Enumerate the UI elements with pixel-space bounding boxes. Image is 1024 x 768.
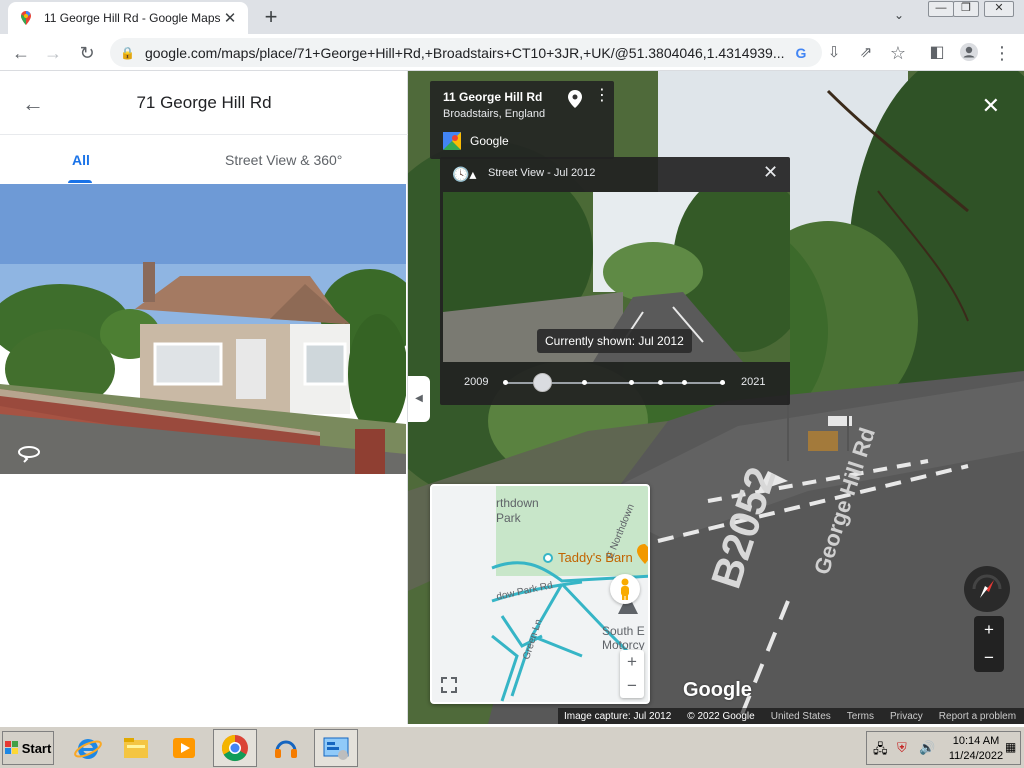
timeline-start-year: 2009	[464, 376, 489, 388]
country-link[interactable]: United States	[771, 711, 831, 722]
browser-tab-strip: 11 George Hill Rd - Google Maps ✕ + ⌄ — …	[0, 0, 1024, 34]
windows-logo-icon	[4, 741, 18, 754]
tab-title: 11 George Hill Rd - Google Maps	[44, 11, 221, 25]
timeline-slider[interactable]	[503, 373, 725, 392]
map-label: South E	[602, 624, 645, 638]
tab-all[interactable]: All	[72, 152, 90, 168]
close-time-machine-icon[interactable]: ✕	[763, 162, 778, 183]
map-pin-icon[interactable]	[568, 90, 582, 108]
image-capture-date: Image capture: Jul 2012	[564, 710, 672, 722]
tab-close-icon[interactable]: ✕	[222, 9, 238, 27]
terms-link[interactable]: Terms	[847, 711, 874, 722]
currently-shown-tooltip: Currently shown: Jul 2012	[537, 329, 692, 353]
panel-header: ← 71 George Hill Rd	[0, 71, 408, 135]
map-label: Park	[496, 511, 521, 525]
windows-taskbar: Start 🖧 ⛨ 🔊 10:14 AM 11/24/2022 ▦	[0, 726, 1024, 768]
minimap-zoom-out-button[interactable]: −	[620, 674, 644, 698]
media-player-icon[interactable]	[162, 729, 206, 767]
rotate-360-icon[interactable]	[16, 440, 42, 466]
url-text[interactable]: google.com/maps/place/71+George+Hill+Rd,…	[145, 45, 812, 61]
zoom-in-button[interactable]: +	[974, 616, 1004, 644]
audio-app-icon[interactable]	[264, 729, 308, 767]
map-poi-label[interactable]: Taddy's Barn	[558, 550, 633, 565]
minimap-zoom-in-button[interactable]: +	[620, 650, 644, 674]
share-icon[interactable]: ⇗	[855, 42, 877, 64]
security-alert-icon[interactable]: ⛨	[897, 740, 907, 756]
restore-window-icon[interactable]: ❐	[953, 1, 979, 17]
time-machine-panel: 🕓▴ Street View - Jul 2012 ✕ Currently sh…	[440, 157, 790, 405]
network-icon[interactable]: 🖧	[873, 740, 888, 762]
history-clock-icon[interactable]: 🕓▴	[452, 166, 476, 183]
timeline-tick[interactable]	[629, 380, 634, 385]
privacy-link[interactable]: Privacy	[890, 711, 923, 722]
more-options-icon[interactable]: ⋮	[594, 88, 610, 104]
start-button[interactable]: Start	[2, 731, 54, 765]
clock-time[interactable]: 10:14 AM	[947, 735, 1005, 747]
clock-date[interactable]: 11/24/2022	[947, 750, 1005, 762]
street-view-zoom-controls: + −	[974, 616, 1004, 672]
minimap-zoom-controls: + −	[620, 650, 644, 698]
google-maps-logo-icon	[443, 132, 461, 150]
zoom-out-button[interactable]: −	[974, 644, 1004, 672]
lock-icon[interactable]: 🔒	[120, 46, 135, 60]
address-card: 11 George Hill Rd Broadstairs, England ⋮…	[430, 81, 614, 159]
start-label: Start	[21, 740, 52, 756]
back-arrow-icon[interactable]: ←	[10, 42, 32, 64]
map-label: rthdown	[496, 496, 539, 510]
forward-arrow-icon[interactable]: →	[42, 42, 64, 64]
volume-icon[interactable]: 🔊	[919, 740, 935, 756]
compass-icon[interactable]	[964, 566, 1010, 612]
timeline-tick[interactable]	[682, 380, 687, 385]
collapse-panel-button[interactable]: ◀	[408, 376, 430, 422]
side-panel-icon[interactable]: ◧	[926, 42, 948, 64]
street-view-footer: Image capture: Jul 2012 © 2022 Google Un…	[558, 708, 1024, 724]
address-bar[interactable]: 🔒 google.com/maps/place/71+George+Hill+R…	[110, 38, 822, 67]
mini-map[interactable]: rthdown Park Taddy's Barn E Northdown do…	[430, 484, 650, 704]
timeline-tick[interactable]	[720, 380, 725, 385]
report-problem-link[interactable]: Report a problem	[939, 711, 1016, 722]
timeline-tick[interactable]	[582, 380, 587, 385]
browser-toolbar: ← → ↻ 🔒 google.com/maps/place/71+George+…	[0, 34, 1024, 71]
pegman-icon[interactable]	[610, 574, 640, 604]
bookmark-star-icon[interactable]: ☆	[887, 42, 909, 64]
control-panel-icon[interactable]	[314, 729, 358, 767]
photo-tabs: All Street View & 360°	[0, 135, 408, 184]
address-subtitle: Broadstairs, England	[443, 108, 546, 120]
active-tab-indicator	[68, 180, 92, 183]
browser-tab[interactable]: 11 George Hill Rd - Google Maps ✕	[8, 2, 248, 34]
close-window-icon[interactable]: ✕	[984, 1, 1014, 17]
reload-icon[interactable]: ↻	[76, 42, 98, 64]
address-title: 11 George Hill Rd	[443, 90, 543, 104]
timeline-tick[interactable]	[503, 380, 508, 385]
internet-explorer-icon[interactable]	[66, 729, 110, 767]
place-side-panel: ← 71 George Hill Rd All Street View & 36…	[0, 71, 408, 724]
browser-menu-icon[interactable]: ⋮	[991, 42, 1013, 64]
profile-avatar-icon[interactable]	[958, 42, 980, 64]
system-tray: 🖧 ⛨ 🔊 10:14 AM 11/24/2022 ▦	[866, 731, 1021, 765]
new-tab-icon[interactable]: +	[258, 4, 284, 30]
place-title: 71 George Hill Rd	[136, 93, 272, 112]
google-lens-icon[interactable]: G	[790, 42, 812, 64]
copyright: © 2022 Google	[687, 710, 755, 722]
tab-search-chevron-icon[interactable]: ⌄	[894, 8, 904, 22]
minimize-window-icon[interactable]: —	[928, 1, 954, 17]
street-view-pane[interactable]: B2052 George Hill Rd ◀ ✕ 11 George Hill …	[408, 71, 1024, 724]
install-app-icon[interactable]: ⇩	[823, 42, 845, 64]
imagery-source: Google	[470, 134, 509, 148]
close-street-view-icon[interactable]: ✕	[982, 93, 1000, 119]
chrome-taskbar-icon[interactable]	[213, 729, 257, 767]
timeline-end-year: 2021	[741, 376, 766, 388]
file-explorer-icon[interactable]	[114, 729, 158, 767]
show-desktop-icon[interactable]: ▦	[1005, 740, 1016, 754]
timeline-slider-thumb[interactable]	[532, 373, 552, 392]
google-watermark: Google	[683, 679, 752, 701]
tab-street-view-360[interactable]: Street View & 360°	[225, 152, 342, 168]
google-maps-favicon-icon	[21, 11, 31, 25]
house-photo[interactable]	[0, 184, 406, 474]
expand-map-icon[interactable]	[440, 676, 458, 694]
time-machine-title: Street View - Jul 2012	[488, 167, 596, 179]
timeline-tick[interactable]	[658, 380, 663, 385]
